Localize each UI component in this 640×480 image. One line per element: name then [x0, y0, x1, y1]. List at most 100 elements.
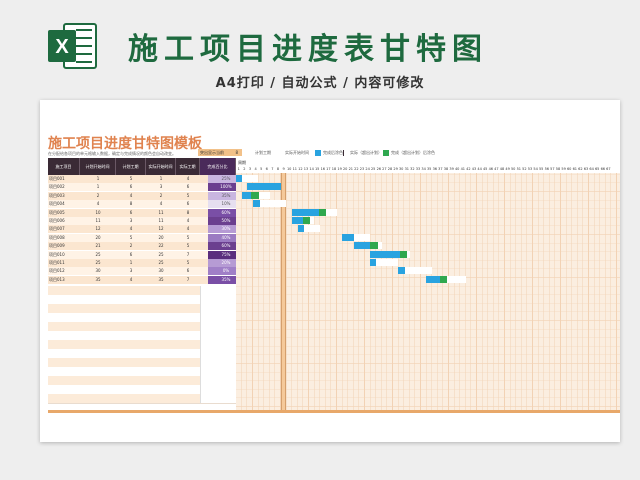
empty-percent-cell[interactable]	[200, 286, 237, 296]
current-week-label[interactable]: 突出显示当前 8	[198, 149, 242, 156]
table-row[interactable]: 项目004 4 8 4 6 10%	[48, 200, 244, 209]
cell-act-start[interactable]: 25	[146, 259, 176, 267]
cell-act-start[interactable]: 2	[146, 192, 176, 200]
cell-plan-dur[interactable]: 8	[116, 200, 146, 208]
cell-act-dur[interactable]: 5	[176, 192, 200, 200]
legend-divider	[343, 150, 344, 156]
cell-plan-start[interactable]: 12	[80, 225, 116, 233]
empty-percent-cell[interactable]	[200, 295, 237, 305]
empty-percent-cell[interactable]	[200, 385, 237, 395]
cell-plan-dur[interactable]: 3	[116, 217, 146, 225]
cell-plan-start[interactable]: 25	[80, 251, 116, 259]
cell-act-start[interactable]: 22	[146, 242, 176, 250]
cell-plan-dur[interactable]: 4	[116, 225, 146, 233]
cell-act-start[interactable]: 25	[146, 251, 176, 259]
cell-plan-dur[interactable]: 4	[116, 192, 146, 200]
cell-act-start[interactable]: 11	[146, 209, 176, 217]
cell-plan-dur[interactable]: 5	[116, 175, 146, 183]
table-row[interactable]: 项目002 1 6 3 6 100%	[48, 183, 244, 192]
cell-plan-start[interactable]: 25	[80, 259, 116, 267]
empty-percent-cell[interactable]	[200, 313, 237, 323]
cell-name[interactable]: 项目004	[48, 200, 81, 208]
cell-name[interactable]: 项目009	[48, 242, 81, 250]
empty-percent-cell[interactable]	[200, 304, 237, 314]
cell-act-dur[interactable]: 7	[176, 276, 200, 284]
cell-plan-start[interactable]: 1	[80, 183, 116, 191]
cell-act-dur[interactable]: 4	[176, 175, 200, 183]
cell-name[interactable]: 项目002	[48, 183, 81, 191]
cell-plan-start[interactable]: 11	[80, 217, 116, 225]
cell-plan-dur[interactable]: 5	[116, 234, 146, 242]
cell-act-start[interactable]: 20	[146, 234, 176, 242]
cell-act-dur[interactable]: 7	[176, 251, 200, 259]
cell-plan-dur[interactable]: 1	[116, 259, 146, 267]
cell-act-dur[interactable]: 6	[176, 200, 200, 208]
cell-name[interactable]: 项目005	[48, 209, 81, 217]
cell-plan-dur[interactable]: 6	[116, 251, 146, 259]
cell-act-start[interactable]: 30	[146, 267, 176, 275]
cell-name[interactable]: 项目013	[48, 276, 81, 284]
table-row[interactable]: 项目008 20 5 20 5 40%	[48, 233, 244, 242]
table-row[interactable]: 项目005 10 6 11 8 60%	[48, 208, 244, 217]
empty-table-row[interactable]	[48, 394, 237, 405]
empty-percent-cell[interactable]	[200, 340, 237, 350]
cell-plan-start[interactable]: 20	[80, 234, 116, 242]
cell-plan-start[interactable]: 2	[80, 192, 116, 200]
cell-name[interactable]: 项目007	[48, 225, 81, 233]
cell-name[interactable]: 项目008	[48, 234, 81, 242]
cell-act-dur[interactable]: 4	[176, 225, 200, 233]
page-title: 施工项目进度表甘特图	[128, 32, 488, 67]
table-row[interactable]: 项目010 25 6 25 7 75%	[48, 250, 244, 259]
table-row[interactable]: 项目003 2 4 2 5 35%	[48, 191, 244, 200]
empty-percent-cell[interactable]	[200, 367, 237, 377]
table-row[interactable]: 项目013 35 4 35 7 35%	[48, 275, 244, 284]
cell-act-start[interactable]: 3	[146, 183, 176, 191]
cell-act-start[interactable]: 11	[146, 217, 176, 225]
cell-act-start[interactable]: 12	[146, 225, 176, 233]
cell-plan-dur[interactable]: 2	[116, 242, 146, 250]
cell-plan-dur[interactable]: 3	[116, 267, 146, 275]
empty-percent-cell[interactable]	[200, 376, 237, 386]
cell-name[interactable]: 项目011	[48, 259, 81, 267]
cell-name[interactable]: 项目001	[48, 175, 81, 183]
cell-plan-dur[interactable]: 4	[116, 276, 146, 284]
cell-name[interactable]: 项目003	[48, 192, 81, 200]
table-row[interactable]: 项目012 30 3 30 6 0%	[48, 267, 244, 276]
cell-plan-start[interactable]: 1	[80, 175, 116, 183]
cell-act-dur[interactable]: 6	[176, 183, 200, 191]
cell-act-dur[interactable]: 8	[176, 209, 200, 217]
empty-percent-cell[interactable]	[200, 322, 237, 332]
table-row[interactable]: 项目001 1 5 1 4 25%	[48, 175, 244, 183]
gantt-bar-progress	[398, 267, 406, 275]
cell-name[interactable]: 项目006	[48, 217, 81, 225]
cell-name[interactable]: 项目012	[48, 267, 81, 275]
cell-act-dur[interactable]: 6	[176, 267, 200, 275]
cell-plan-start[interactable]: 21	[80, 242, 116, 250]
table-row[interactable]: 项目007 12 4 12 4 30%	[48, 225, 244, 234]
empty-percent-cell[interactable]	[200, 349, 237, 359]
sheet-title: 施工项目进度甘特图模板	[48, 136, 202, 152]
cell-act-start[interactable]: 35	[146, 276, 176, 284]
cell-act-start[interactable]: 4	[146, 200, 176, 208]
cell-plan-dur[interactable]: 6	[116, 183, 146, 191]
empty-percent-cell[interactable]	[200, 358, 237, 368]
cell-plan-start[interactable]: 4	[80, 200, 116, 208]
table-row[interactable]: 项目006 11 3 11 4 50%	[48, 217, 244, 225]
gantt-bar-progress	[292, 208, 319, 216]
cell-plan-dur[interactable]: 6	[116, 209, 146, 217]
empty-percent-cell[interactable]	[200, 331, 237, 341]
cell-plan-start[interactable]: 35	[80, 276, 116, 284]
table-row[interactable]: 项目009 21 2 22 5 60%	[48, 242, 244, 251]
cell-name[interactable]: 项目010	[48, 251, 81, 259]
gantt-bar-over-plan	[318, 208, 327, 216]
cell-act-dur[interactable]: 5	[176, 234, 200, 242]
cell-act-dur[interactable]: 4	[176, 217, 200, 225]
table-row[interactable]: 项目011 25 1 25 5 20%	[48, 259, 244, 267]
cell-plan-start[interactable]: 30	[80, 267, 116, 275]
empty-percent-cell[interactable]	[200, 394, 237, 404]
cell-act-dur[interactable]: 5	[176, 242, 200, 250]
cell-act-start[interactable]: 1	[146, 175, 176, 183]
cell-plan-start[interactable]: 10	[80, 209, 116, 217]
cell-act-dur[interactable]: 5	[176, 259, 200, 267]
legend-plan: 计划工期	[255, 150, 271, 155]
